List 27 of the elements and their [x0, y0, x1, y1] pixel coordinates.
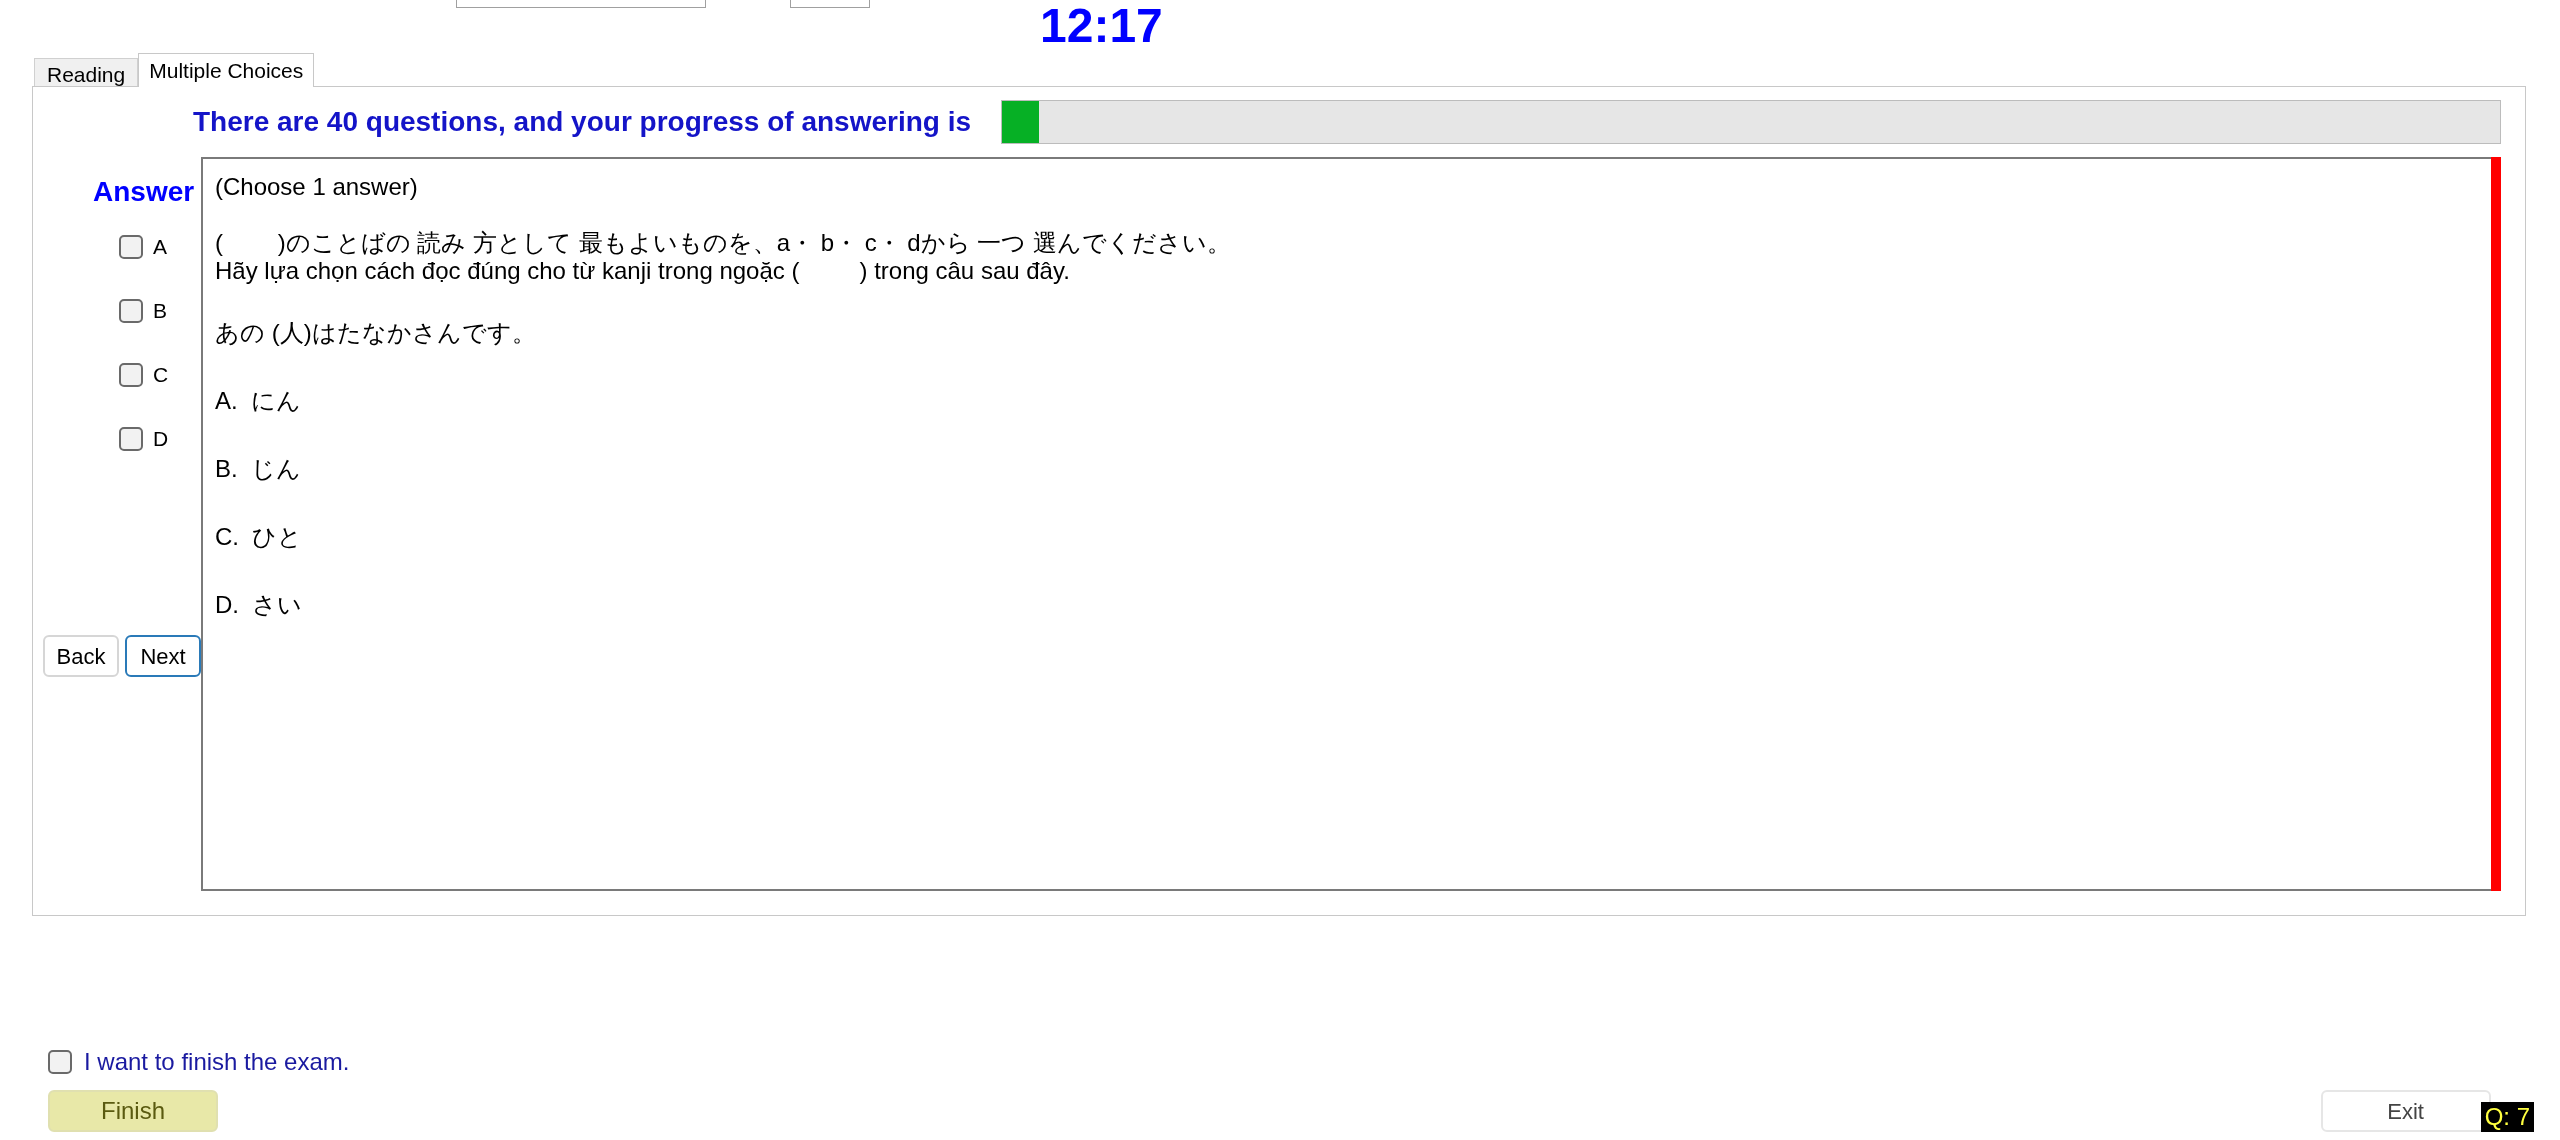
- prompt-text: ( )のことばの 読み 方として 最もよいものを、a・ b・ c・ dから 一つ 選んでください。: [215, 229, 1233, 257]
- choice-text: D. さい: [215, 590, 304, 620]
- timer-text: 12:17: [1040, 0, 1163, 52]
- nav-button[interactable]: Next: [125, 635, 201, 677]
- checkbox[interactable]: [119, 299, 143, 323]
- tab[interactable]: Reading: [34, 58, 139, 86]
- option-label: C: [153, 362, 169, 389]
- checkbox[interactable]: [48, 1050, 72, 1074]
- option-label: D: [153, 426, 169, 453]
- choice-text: C. ひと: [215, 522, 304, 552]
- answer-heading: Answer: [93, 175, 196, 209]
- question-counter: Q: 7: [2480, 1102, 2534, 1132]
- checkbox[interactable]: [119, 363, 143, 387]
- finish-label: I want to finish the exam.: [84, 1047, 350, 1077]
- option-label: A: [153, 234, 167, 261]
- checkbox[interactable]: [119, 235, 143, 259]
- sentence-text: あの (人)はたなかさんです。: [215, 318, 537, 348]
- choice-text: B. じん: [215, 454, 302, 484]
- progress-text: There are 40 questions, and your progress of answering is: [193, 105, 971, 139]
- checkbox[interactable]: [119, 427, 143, 451]
- finish-button[interactable]: Finish: [48, 1090, 218, 1132]
- choice-text: A. にん: [215, 386, 302, 416]
- instruction-text: (Choose 1 answer): [215, 172, 419, 202]
- tab[interactable]: Multiple Choices: [138, 53, 315, 87]
- prompt-text: Hãy lựa chọn cách đọc đúng cho từ kanji trong ngoặc ( ) trong câu sau đây.: [215, 257, 1071, 285]
- option-label: B: [153, 298, 167, 325]
- nav-button[interactable]: Back: [43, 635, 119, 677]
